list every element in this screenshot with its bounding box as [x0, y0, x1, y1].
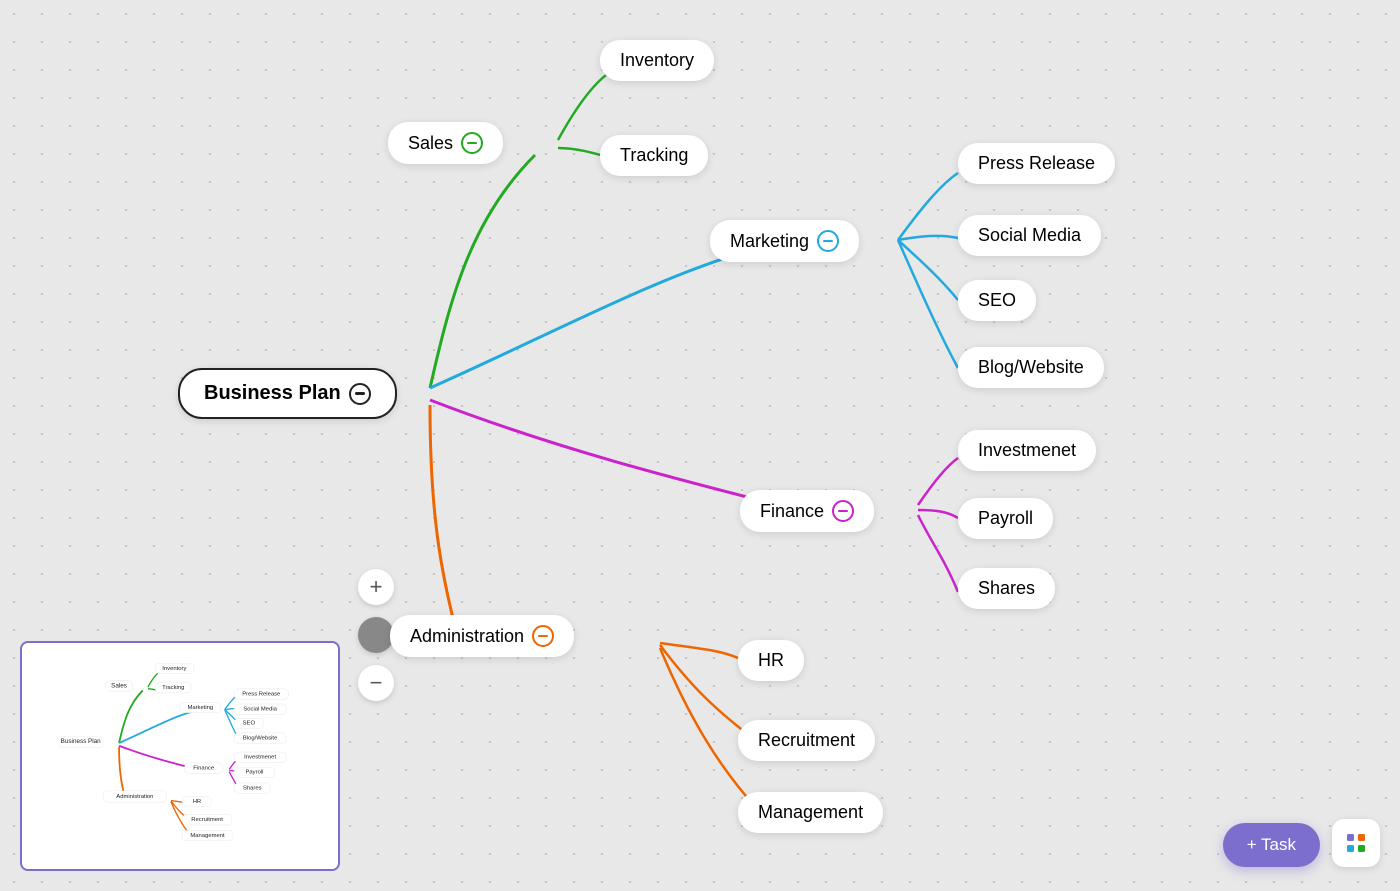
- business-plan-collapse[interactable]: [349, 383, 371, 405]
- node-hr[interactable]: HR: [738, 640, 804, 681]
- svg-text:SEO: SEO: [243, 721, 256, 727]
- marketing-label: Marketing: [730, 231, 809, 252]
- tracking-label: Tracking: [620, 145, 688, 166]
- mind-map-canvas[interactable]: Business Plan Sales Inventory Tracking M…: [0, 0, 1400, 891]
- recruitment-label: Recruitment: [758, 730, 855, 751]
- blog-website-label: Blog/Website: [978, 357, 1084, 378]
- zoom-in-button[interactable]: +: [358, 569, 394, 605]
- inventory-label: Inventory: [620, 50, 694, 71]
- sales-label: Sales: [408, 133, 453, 154]
- node-seo[interactable]: SEO: [958, 280, 1036, 321]
- svg-text:Social Media: Social Media: [243, 707, 277, 713]
- social-media-label: Social Media: [978, 225, 1081, 246]
- investmenet-label: Investmenet: [978, 440, 1076, 461]
- svg-text:Marketing: Marketing: [187, 705, 213, 711]
- grid-icon: [1345, 832, 1367, 854]
- zoom-in-icon: +: [370, 574, 383, 600]
- node-investmenet[interactable]: Investmenet: [958, 430, 1096, 471]
- svg-text:Sales: Sales: [111, 682, 127, 689]
- node-blog-website[interactable]: Blog/Website: [958, 347, 1104, 388]
- svg-text:Payroll: Payroll: [246, 770, 264, 776]
- node-management[interactable]: Management: [738, 792, 883, 833]
- node-inventory[interactable]: Inventory: [600, 40, 714, 81]
- seo-label: SEO: [978, 290, 1016, 311]
- svg-text:Shares: Shares: [243, 786, 262, 792]
- business-plan-label: Business Plan: [204, 382, 341, 405]
- zoom-out-icon: −: [370, 670, 383, 696]
- node-marketing[interactable]: Marketing: [710, 220, 859, 262]
- svg-text:Inventory: Inventory: [162, 666, 186, 672]
- node-business-plan[interactable]: Business Plan: [178, 368, 397, 419]
- svg-text:Finance: Finance: [193, 765, 214, 771]
- press-release-label: Press Release: [978, 153, 1095, 174]
- minimap: Business Plan Sales Inventory Tracking M…: [20, 641, 340, 871]
- payroll-label: Payroll: [978, 508, 1033, 529]
- fit-button[interactable]: [358, 617, 394, 653]
- svg-text:HR: HR: [193, 799, 201, 805]
- zoom-out-button[interactable]: −: [358, 665, 394, 701]
- svg-text:Investmenet: Investmenet: [244, 755, 276, 761]
- management-label: Management: [758, 802, 863, 823]
- marketing-collapse[interactable]: [817, 230, 839, 252]
- task-button-label: + Task: [1247, 835, 1296, 855]
- node-shares[interactable]: Shares: [958, 568, 1055, 609]
- shares-label: Shares: [978, 578, 1035, 599]
- svg-text:Blog/Website: Blog/Website: [243, 735, 277, 741]
- hr-label: HR: [758, 650, 784, 671]
- sales-collapse[interactable]: [461, 132, 483, 154]
- finance-collapse[interactable]: [832, 500, 854, 522]
- node-payroll[interactable]: Payroll: [958, 498, 1053, 539]
- administration-label: Administration: [410, 626, 524, 647]
- node-finance[interactable]: Finance: [740, 490, 874, 532]
- node-sales[interactable]: Sales: [388, 122, 503, 164]
- svg-text:Recruitment: Recruitment: [191, 817, 223, 823]
- svg-text:Administration: Administration: [116, 794, 153, 800]
- node-press-release[interactable]: Press Release: [958, 143, 1115, 184]
- svg-text:Tracking: Tracking: [162, 685, 184, 691]
- node-administration[interactable]: Administration: [390, 615, 574, 657]
- node-tracking[interactable]: Tracking: [600, 135, 708, 176]
- finance-label: Finance: [760, 501, 824, 522]
- svg-text:Business Plan: Business Plan: [61, 738, 101, 745]
- administration-collapse[interactable]: [532, 625, 554, 647]
- task-button[interactable]: + Task: [1223, 823, 1320, 867]
- grid-view-button[interactable]: [1332, 819, 1380, 867]
- node-recruitment[interactable]: Recruitment: [738, 720, 875, 761]
- node-social-media[interactable]: Social Media: [958, 215, 1101, 256]
- svg-text:Management: Management: [190, 833, 225, 839]
- svg-text:Press Release: Press Release: [242, 691, 280, 697]
